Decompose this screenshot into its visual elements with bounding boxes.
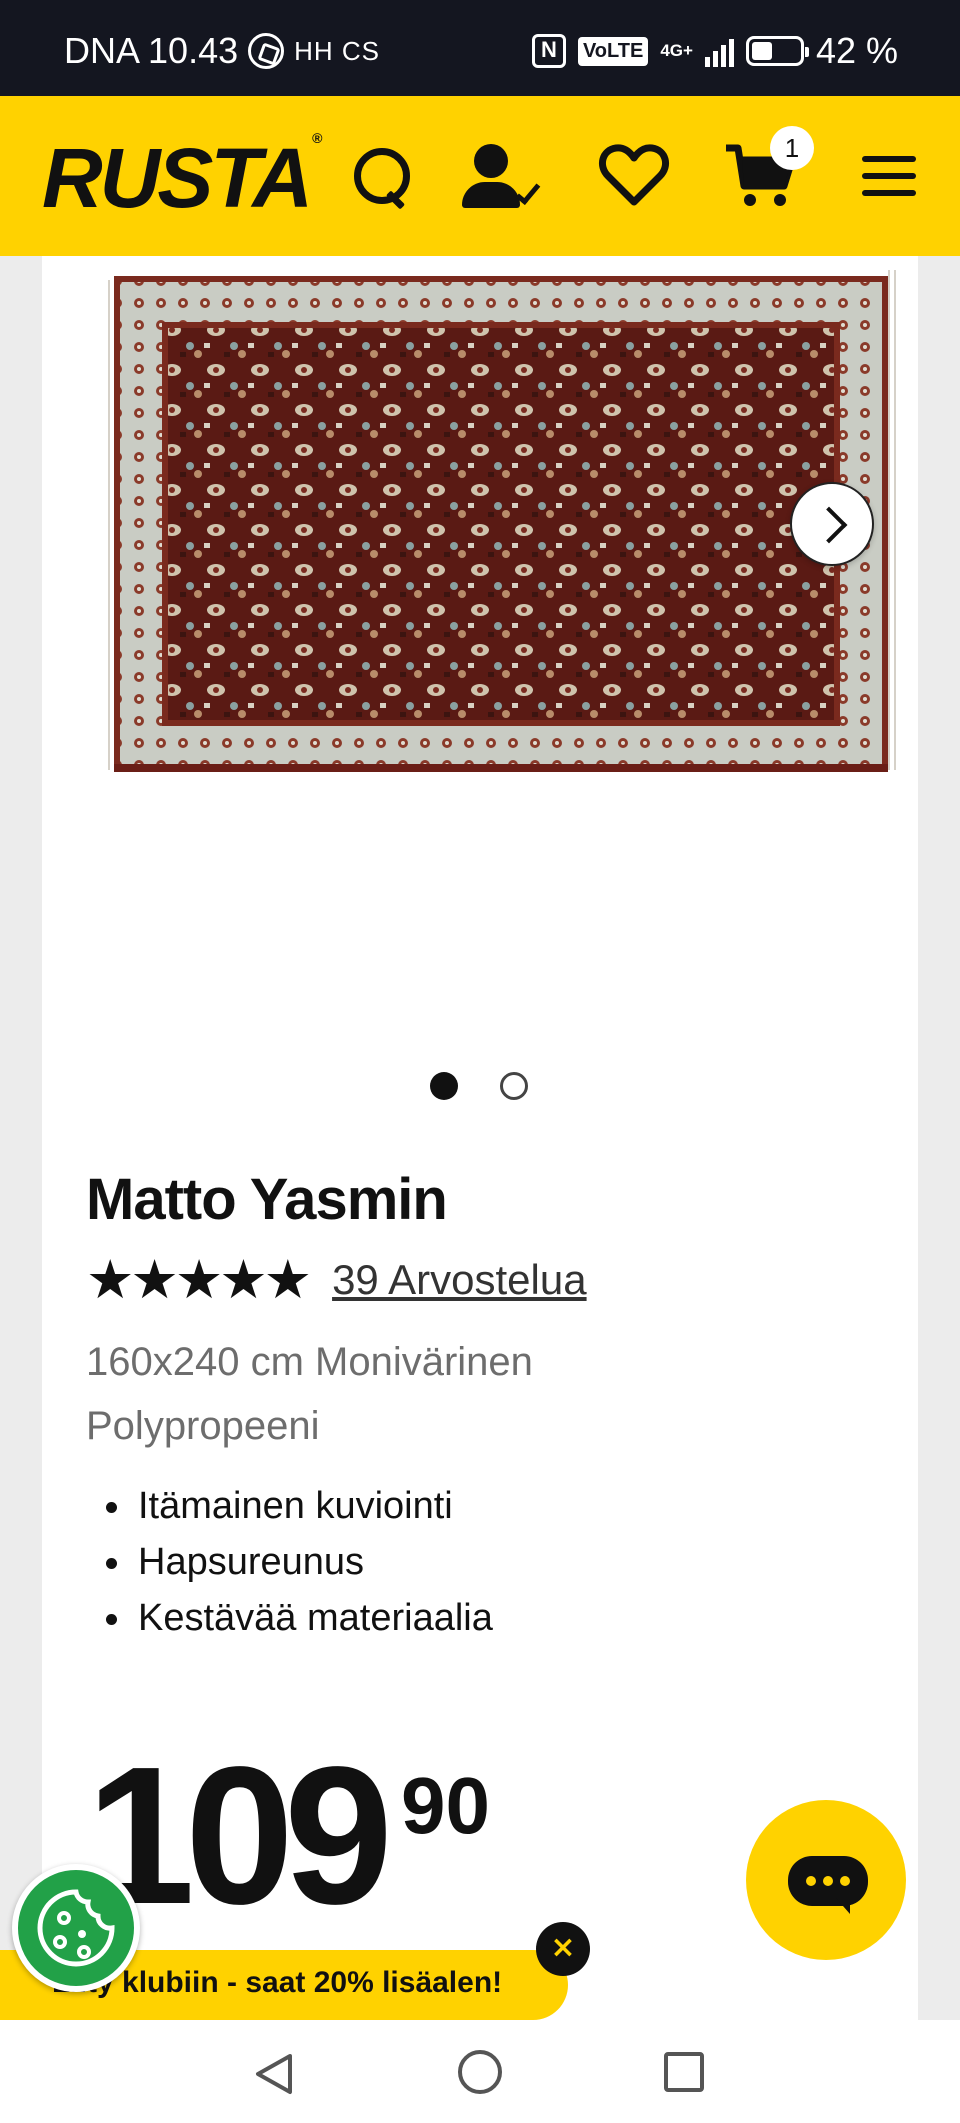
star-rating: ★★★★★ (86, 1248, 312, 1311)
nfc-icon (531, 34, 566, 68)
rusta-logo[interactable]: RUSTA ® (42, 130, 323, 227)
home-icon[interactable] (458, 2050, 502, 2094)
carousel-dot-1[interactable] (430, 1072, 458, 1100)
site-header: RUSTA ® 1 (0, 96, 960, 256)
product-subtitle: 160x240 cm Monivärinen Polypropeeni (86, 1340, 533, 1448)
chat-icon[interactable] (746, 1800, 906, 1960)
carrier-time: DNA 10.43 (64, 30, 239, 71)
feature-item: Itämainen kuviointi (86, 1478, 493, 1534)
reviews-link[interactable]: 39 Arvostelua (332, 1256, 587, 1304)
system-nav-bar (0, 2020, 960, 2123)
volte-badge: VoLTE (577, 36, 649, 66)
cookie-icon[interactable] (12, 1864, 140, 1992)
battery-icon (745, 36, 809, 66)
feature-item: Hapsureunus (86, 1534, 493, 1590)
product-title: Matto Yasmin (86, 1167, 448, 1232)
product-image[interactable] (106, 270, 898, 780)
status-extra-icons: HH CS (294, 35, 381, 66)
account-icon[interactable] (460, 136, 550, 216)
back-icon[interactable] (252, 2052, 296, 2096)
feature-item: Kestävää materiaalia (86, 1590, 493, 1646)
status-left: DNA 10.43 HH CS (64, 30, 380, 72)
recents-icon[interactable] (664, 2052, 704, 2092)
rating: ★★★★★ 39 Arvostelua (86, 1250, 587, 1310)
logo-mark: ® (312, 130, 322, 146)
product-card: Matto Yasmin ★★★★★ 39 Arvostelua 160x240… (42, 256, 918, 2020)
carousel-dot-2[interactable] (500, 1072, 528, 1100)
carousel-next-button[interactable] (790, 482, 874, 566)
status-bar: DNA 10.43 HH CS VoLTE 4G+ 42 % (0, 0, 960, 96)
whatsapp-icon (248, 33, 285, 69)
cart-count-badge: 1 (770, 126, 814, 170)
logo-text: RUSTA (42, 131, 313, 225)
price: 109 90 (86, 1736, 490, 1936)
network-type: 4G+ (660, 41, 693, 60)
heart-icon[interactable] (594, 136, 674, 216)
battery-level: 42 % (815, 30, 898, 71)
close-icon[interactable]: × (536, 1922, 590, 1976)
price-decimals: 90 (401, 1761, 491, 1850)
status-right: VoLTE 4G+ 42 % (531, 30, 898, 72)
menu-icon[interactable] (850, 136, 930, 216)
signal-icon (704, 35, 734, 67)
feature-list: Itämainen kuviointi Hapsureunus Kestävää… (86, 1478, 493, 1646)
search-icon[interactable] (340, 136, 420, 216)
